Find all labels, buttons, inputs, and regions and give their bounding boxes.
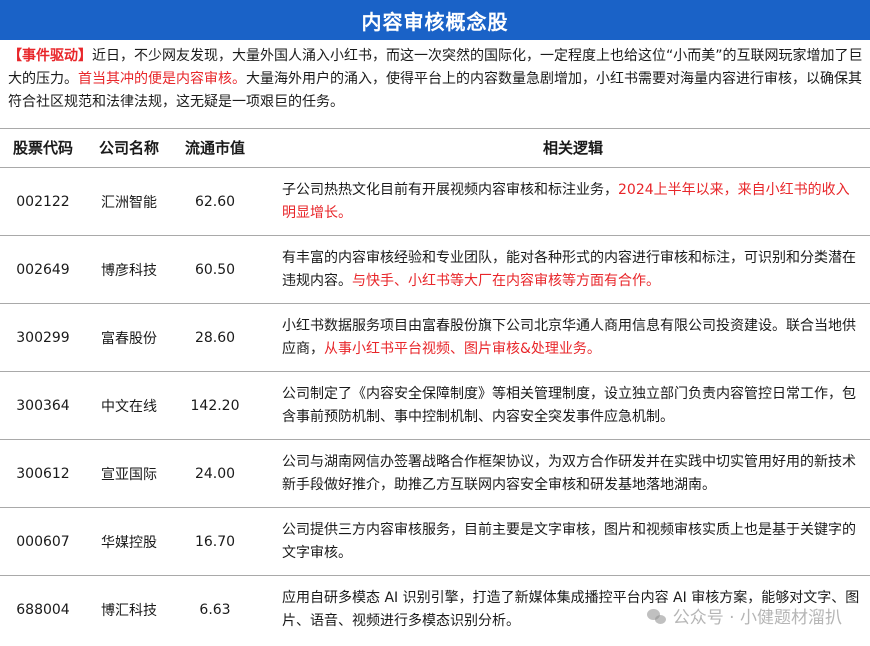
logic-highlight: 从事小红书平台视频、图片审核&处理业务。 [324, 340, 601, 357]
company-name: 富春股份 [101, 330, 157, 347]
related-logic: 公司制定了《内容安全保障制度》等相关管理制度，设立独立部门负责内容管控日常工作，… [282, 372, 862, 439]
related-logic: 公司与湖南网信办签署战略合作框架协议，为双方合作研发并在实践中切实管用好用的新技… [282, 440, 862, 507]
watermark-text: 公众号 · 小健题材溜扒 [672, 608, 842, 628]
company-name: 博彦科技 [101, 262, 157, 279]
company-name: 华媒控股 [101, 534, 157, 551]
related-logic: 子公司热热文化目前有开展视频内容审核和标注业务，2024上半年以来，来自小红书的… [282, 168, 862, 235]
table-row: 002649 博彦科技 60.50 有丰富的内容审核经验和专业团队，能对各种形式… [0, 236, 870, 304]
market-cap: 28.60 [194, 329, 236, 346]
header-logic: 相关逻辑 [542, 139, 603, 157]
company-name: 宣亚国际 [101, 466, 157, 483]
company-name: 中文在线 [101, 398, 157, 415]
stock-code: 688004 [16, 601, 70, 618]
related-logic: 公司提供三方内容审核服务，目前主要是文字审核，图片和视频审核实质上也是基于关键字… [282, 508, 862, 575]
stock-code: 300364 [16, 397, 70, 414]
table-header: 股票代码 公司名称 流通市值 相关逻辑 [0, 128, 870, 168]
page-title: 内容审核概念股 [0, 0, 870, 40]
market-cap: 62.60 [194, 193, 236, 210]
company-name: 汇洲智能 [101, 194, 157, 211]
market-cap: 142.20 [190, 397, 240, 414]
market-cap: 16.70 [194, 533, 236, 550]
market-cap: 60.50 [194, 261, 236, 278]
stock-code: 002649 [16, 261, 70, 278]
logic-text: 公司制定了《内容安全保障制度》等相关管理制度，设立独立部门负责内容管控日常工作，… [282, 385, 856, 425]
related-logic: 小红书数据服务项目由富春股份旗下公司北京华通人商用信息有限公司投资建设。联合当地… [282, 304, 862, 371]
stock-code: 300299 [16, 329, 70, 346]
table-row: 000607 华媒控股 16.70 公司提供三方内容审核服务，目前主要是文字审核… [0, 508, 870, 576]
logic-text: 公司提供三方内容审核服务，目前主要是文字审核，图片和视频审核实质上也是基于关键字… [282, 521, 856, 561]
header-cap: 流通市值 [184, 139, 245, 157]
market-cap: 6.63 [199, 601, 231, 618]
logic-text: 公司与湖南网信办签署战略合作框架协议，为双方合作研发并在实践中切实管用好用的新技… [282, 453, 856, 493]
table-row: 300299 富春股份 28.60 小红书数据服务项目由富春股份旗下公司北京华通… [0, 304, 870, 372]
event-tag: 【事件驱动】 [8, 48, 92, 64]
event-intro: 【事件驱动】近日，不少网友发现，大量外国人涌入小红书，而这一次突然的国际化，一定… [8, 45, 864, 114]
logic-text: 子公司热热文化目前有开展视频内容审核和标注业务， [282, 181, 618, 198]
watermark: 公众号 · 小健题材溜扒 [646, 603, 842, 628]
related-logic: 有丰富的内容审核经验和专业团队，能对各种形式的内容进行审核和标注，可识别和分类潜… [282, 236, 862, 303]
table-row: 002122 汇洲智能 62.60 子公司热热文化目前有开展视频内容审核和标注业… [0, 168, 870, 236]
table-row: 300364 中文在线 142.20 公司制定了《内容安全保障制度》等相关管理制… [0, 372, 870, 440]
intro-highlight: 首当其冲的便是内容审核。 [78, 71, 246, 87]
wechat-icon [646, 607, 667, 625]
stock-code: 002122 [16, 193, 70, 210]
market-cap: 24.00 [194, 465, 236, 482]
header-name: 公司名称 [98, 139, 159, 157]
stock-code: 300612 [16, 465, 70, 482]
header-code: 股票代码 [12, 139, 73, 157]
table-row: 300612 宣亚国际 24.00 公司与湖南网信办签署战略合作框架协议，为双方… [0, 440, 870, 508]
logic-highlight: 与快手、小红书等大厂在内容审核等方面有合作。 [352, 272, 660, 289]
company-name: 博汇科技 [101, 602, 157, 619]
stock-code: 000607 [16, 533, 70, 550]
